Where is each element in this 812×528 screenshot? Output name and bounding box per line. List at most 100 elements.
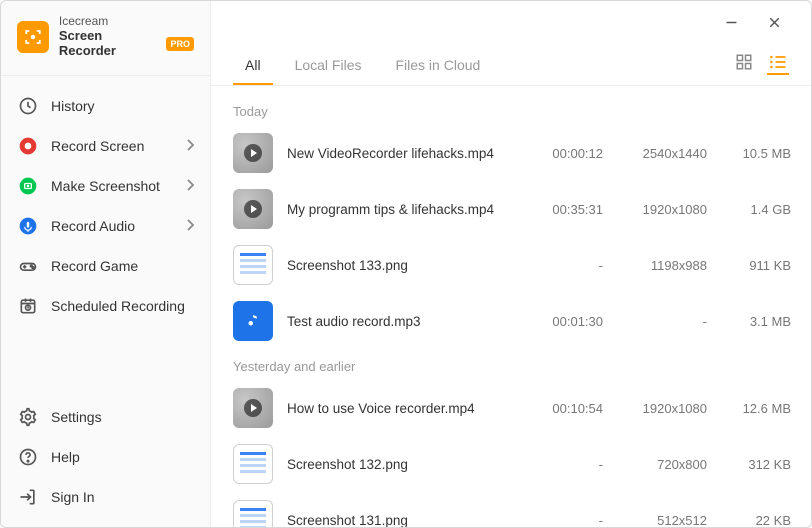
nav-bottom: Settings Help Sign In: [1, 397, 210, 527]
record-game-icon: [17, 255, 39, 277]
sidebar-item-label: History: [51, 98, 95, 114]
file-size: 911 KB: [721, 258, 791, 273]
sidebar-item-help[interactable]: Help: [1, 437, 210, 477]
file-row[interactable]: Screenshot 132.png - 720x800 312 KB: [233, 436, 809, 492]
thumbnail[interactable]: [233, 133, 273, 173]
file-name: Test audio record.mp3: [287, 314, 517, 329]
sidebar-item-history[interactable]: History: [1, 86, 210, 126]
file-name: Screenshot 132.png: [287, 457, 517, 472]
brand: Icecream Screen Recorder PRO: [1, 1, 210, 71]
file-name: My programm tips & lifehacks.mp4: [287, 202, 517, 217]
file-row[interactable]: New VideoRecorder lifehacks.mp4 00:00:12…: [233, 125, 809, 181]
sidebar-item-label: Record Audio: [51, 218, 135, 234]
app-window: Icecream Screen Recorder PRO History Rec…: [0, 0, 812, 528]
settings-icon: [17, 406, 39, 428]
thumbnail[interactable]: [233, 500, 273, 527]
file-duration: 00:00:12: [531, 146, 603, 161]
file-resolution: 1920x1080: [617, 202, 707, 217]
thumbnail[interactable]: [233, 444, 273, 484]
file-resolution: -: [617, 314, 707, 329]
window-controls: [723, 14, 789, 31]
file-duration: -: [531, 258, 603, 273]
brand-logo: [17, 21, 49, 53]
tab-all[interactable]: All: [233, 49, 273, 85]
minimize-icon[interactable]: [723, 14, 740, 31]
tab-local-files[interactable]: Local Files: [283, 49, 374, 85]
file-duration: 00:35:31: [531, 202, 603, 217]
brand-text: Icecream Screen Recorder PRO: [59, 15, 194, 59]
file-name: New VideoRecorder lifehacks.mp4: [287, 146, 517, 161]
sidebar-item-make-screenshot[interactable]: Make Screenshot: [1, 166, 210, 206]
grid-view-button[interactable]: [733, 53, 755, 75]
history-icon: [17, 95, 39, 117]
sidebar-item-label: Record Screen: [51, 138, 144, 154]
record-screen-icon: [17, 135, 39, 157]
chevron-right-icon: [186, 178, 194, 194]
sidebar-item-sign-in[interactable]: Sign In: [1, 477, 210, 517]
titlebar: [211, 1, 811, 43]
section-title: Today: [233, 104, 809, 119]
play-icon: [244, 399, 262, 417]
sidebar-item-label: Make Screenshot: [51, 178, 160, 194]
file-name: Screenshot 133.png: [287, 258, 517, 273]
sidebar-item-label: Record Game: [51, 258, 138, 274]
play-icon: [244, 200, 262, 218]
file-duration: -: [531, 513, 603, 528]
sidebar: Icecream Screen Recorder PRO History Rec…: [1, 1, 211, 527]
file-size: 22 KB: [721, 513, 791, 528]
sidebar-item-record-audio[interactable]: Record Audio: [1, 206, 210, 246]
file-size: 312 KB: [721, 457, 791, 472]
nav-main: History Record Screen Make Screenshot Re…: [1, 80, 210, 326]
file-row[interactable]: How to use Voice recorder.mp4 00:10:54 1…: [233, 380, 809, 436]
file-duration: -: [531, 457, 603, 472]
sidebar-item-settings[interactable]: Settings: [1, 397, 210, 437]
file-row[interactable]: Screenshot 131.png - 512x512 22 KB: [233, 492, 809, 527]
list-view-button[interactable]: [767, 53, 789, 75]
sidebar-item-scheduled-recording[interactable]: Scheduled Recording: [1, 286, 210, 326]
file-row[interactable]: My programm tips & lifehacks.mp4 00:35:3…: [233, 181, 809, 237]
file-duration: 00:10:54: [531, 401, 603, 416]
content: Icecream Screen Recorder PRO History Rec…: [1, 1, 811, 527]
brand-name: Screen Recorder: [59, 29, 163, 59]
brand-top: Icecream: [59, 15, 194, 29]
file-resolution: 2540x1440: [617, 146, 707, 161]
play-icon: [244, 144, 262, 162]
sidebar-item-label: Settings: [51, 409, 102, 425]
file-name: How to use Voice recorder.mp4: [287, 401, 517, 416]
file-duration: 00:01:30: [531, 314, 603, 329]
list-icon: [768, 52, 788, 72]
file-size: 10.5 MB: [721, 146, 791, 161]
divider: [1, 75, 210, 76]
screenshot-icon: [17, 175, 39, 197]
file-row[interactable]: Screenshot 133.png - 1198x988 911 KB: [233, 237, 809, 293]
main-area: All Local FilesFiles in Cloud Today New V…: [211, 1, 811, 527]
sidebar-item-label: Help: [51, 449, 80, 465]
signin-icon: [17, 486, 39, 508]
help-icon: [17, 446, 39, 468]
thumbnail[interactable]: [233, 388, 273, 428]
thumbnail[interactable]: [233, 245, 273, 285]
file-list[interactable]: Today New VideoRecorder lifehacks.mp4 00…: [211, 86, 811, 527]
thumbnail[interactable]: [233, 189, 273, 229]
sidebar-item-label: Scheduled Recording: [51, 298, 185, 314]
tab-files-in-cloud[interactable]: Files in Cloud: [383, 49, 492, 85]
grid-icon: [735, 53, 753, 71]
file-name: Screenshot 131.png: [287, 513, 517, 528]
close-icon[interactable]: [766, 14, 783, 31]
thumbnail[interactable]: [233, 301, 273, 341]
file-resolution: 1920x1080: [617, 401, 707, 416]
file-resolution: 512x512: [617, 513, 707, 528]
tabs-row: All Local FilesFiles in Cloud: [211, 43, 811, 86]
sidebar-item-record-screen[interactable]: Record Screen: [1, 126, 210, 166]
brand-bottom: Screen Recorder PRO: [59, 29, 194, 59]
file-resolution: 1198x988: [617, 258, 707, 273]
view-switch: [733, 53, 789, 81]
sidebar-item-record-game[interactable]: Record Game: [1, 246, 210, 286]
tabs: All Local FilesFiles in Cloud: [233, 49, 502, 85]
file-row[interactable]: Test audio record.mp3 00:01:30 - 3.1 MB: [233, 293, 809, 349]
file-size: 12.6 MB: [721, 401, 791, 416]
chevron-right-icon: [186, 138, 194, 154]
pro-badge: PRO: [166, 37, 194, 51]
file-resolution: 720x800: [617, 457, 707, 472]
record-audio-icon: [17, 215, 39, 237]
